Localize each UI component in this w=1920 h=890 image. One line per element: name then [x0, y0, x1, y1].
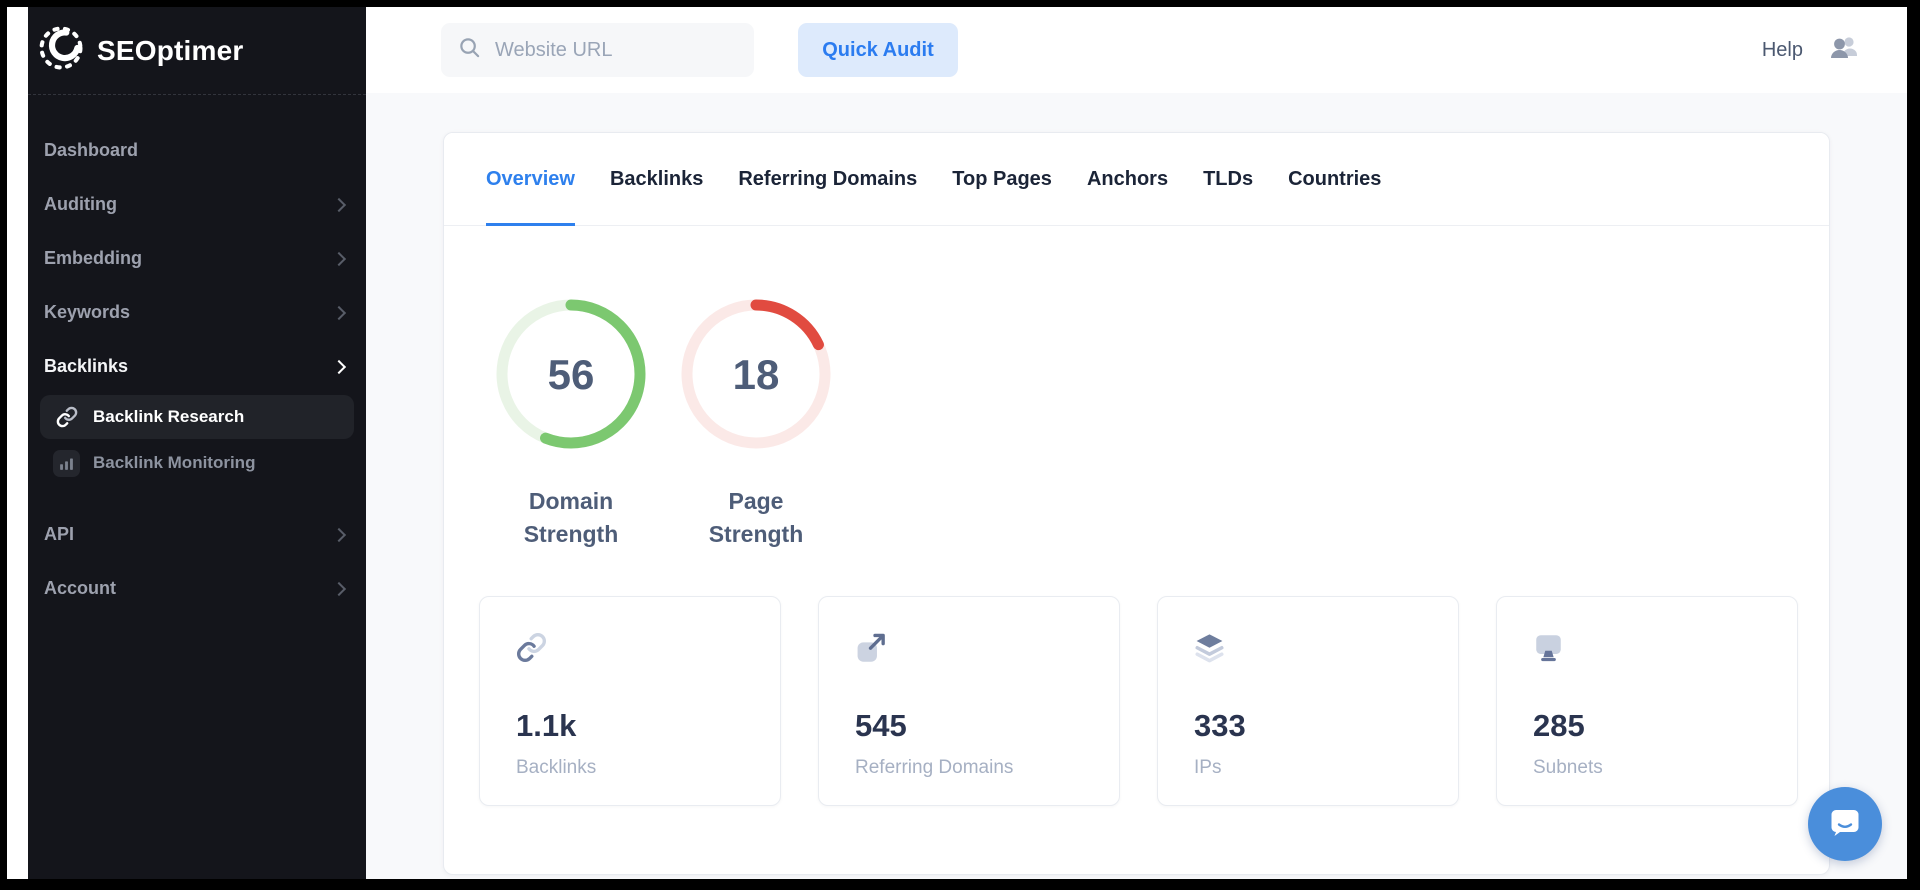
layers-icon: [1194, 634, 1225, 667]
page-strength-value: 18: [733, 351, 780, 398]
stat-value: 545: [855, 708, 907, 743]
stat-card-subnets: 285 Subnets: [1496, 596, 1798, 806]
sidebar-item-api[interactable]: API: [28, 507, 366, 561]
stat-label: Referring Domains: [855, 757, 1014, 778]
main-area: Quick Audit Help Overview Backlinks Refe…: [366, 7, 1907, 879]
tab-overview[interactable]: Overview: [486, 133, 575, 226]
tab-countries[interactable]: Countries: [1288, 133, 1381, 225]
sidebar-item-label: Embedding: [44, 247, 142, 268]
quick-audit-button[interactable]: Quick Audit: [798, 23, 958, 77]
backlink-research-panel: Overview Backlinks Referring Domains Top…: [443, 132, 1830, 875]
sidebar-item-keywords[interactable]: Keywords: [28, 285, 366, 339]
stat-card-backlinks: 1.1k Backlinks: [479, 596, 781, 806]
stat-value: 1.1k: [516, 708, 577, 743]
sidebar-item-backlinks[interactable]: Backlinks: [28, 339, 366, 393]
stat-value: 285: [1533, 708, 1585, 743]
brand-name: SEOptimer: [97, 34, 244, 66]
tab-label: Overview: [486, 167, 575, 190]
domain-strength-label: Domain Strength: [523, 488, 619, 547]
subitem-label: Backlink Research: [93, 407, 245, 426]
sidebar-item-embedding[interactable]: Embedding: [28, 231, 366, 285]
chevron-right-icon: [331, 581, 347, 596]
tab-anchors[interactable]: Anchors: [1087, 133, 1168, 225]
tab-referring-domains[interactable]: Referring Domains: [738, 133, 917, 225]
page-strength-label: Page Strength: [708, 488, 804, 547]
chevron-right-icon: [331, 251, 347, 266]
tab-label: Top Pages: [952, 167, 1052, 190]
brand-logo[interactable]: SEOptimer: [28, 7, 366, 95]
sidebar-item-auditing[interactable]: Auditing: [28, 177, 366, 231]
chat-bubble-icon: [1826, 803, 1864, 846]
sidebar: SEOptimer Dashboard Auditing Embedding K…: [28, 7, 366, 879]
external-link-icon: [855, 633, 886, 667]
tab-label: TLDs: [1203, 167, 1254, 190]
stat-value: 333: [1194, 708, 1246, 743]
domain-strength-gauge: 56 Domain Strength: [496, 299, 646, 550]
tab-label: Referring Domains: [738, 167, 918, 190]
stat-card-referring-domains: 545 Referring Domains: [818, 596, 1120, 806]
page-strength-gauge: 18 Page Strength: [681, 299, 831, 550]
tab-label: Backlinks: [609, 167, 704, 190]
overview-content: 56 Domain Strength 18 Page Strength 1.1k…: [444, 226, 1829, 874]
search-icon: [458, 36, 481, 64]
link-icon: [53, 404, 80, 431]
website-url-search[interactable]: [441, 23, 754, 77]
chevron-right-icon: [331, 305, 347, 320]
tab-label: Anchors: [1086, 167, 1169, 190]
chevron-right-icon: [331, 197, 347, 212]
sidebar-item-account[interactable]: Account: [28, 561, 366, 615]
stat-label: IPs: [1194, 757, 1222, 778]
stat-card-ips: 333 IPs: [1157, 596, 1459, 806]
domain-strength-value: 56: [548, 351, 595, 398]
strength-gauges: 56 Domain Strength 18 Page Strength: [496, 299, 831, 550]
backlinks-submenu: Backlink Research Backlink Monitoring: [28, 393, 366, 495]
chevron-right-icon: [331, 359, 347, 374]
subitem-label: Backlink Monitoring: [93, 453, 256, 472]
tab-tlds[interactable]: TLDs: [1203, 133, 1253, 225]
tab-bar: Overview Backlinks Referring Domains Top…: [444, 133, 1829, 226]
sidebar-item-dashboard[interactable]: Dashboard: [28, 123, 366, 177]
topbar: Quick Audit Help: [366, 7, 1907, 93]
chevron-right-icon: [331, 527, 347, 542]
sidebar-item-label: API: [44, 523, 75, 544]
sidebar-subitem-backlink-research[interactable]: Backlink Research: [40, 395, 354, 439]
tab-backlinks[interactable]: Backlinks: [610, 133, 703, 225]
sidebar-item-label: Account: [44, 577, 116, 598]
gear-logo-icon: [38, 25, 84, 76]
sidebar-nav: Dashboard Auditing Embedding Keywords Ba…: [28, 95, 366, 615]
tab-top-pages[interactable]: Top Pages: [952, 133, 1052, 225]
sidebar-item-label: Auditing: [44, 193, 117, 214]
stats-row: 1.1k Backlinks 545 Referring Domains 333…: [479, 596, 1798, 806]
search-input[interactable]: [493, 37, 733, 63]
bar-chart-icon: [53, 449, 80, 477]
sidebar-subitem-backlink-monitoring[interactable]: Backlink Monitoring: [40, 441, 354, 485]
sidebar-item-label: Dashboard: [44, 139, 139, 160]
link-icon: [516, 633, 547, 667]
monitor-icon: [1533, 635, 1564, 667]
sidebar-item-label: Keywords: [44, 301, 131, 322]
stat-label: Subnets: [1533, 757, 1603, 778]
chat-launcher-button[interactable]: [1808, 787, 1882, 861]
help-link[interactable]: Help: [1762, 39, 1803, 62]
users-icon[interactable]: [1829, 35, 1858, 66]
sidebar-item-label: Backlinks: [44, 355, 129, 376]
tab-label: Countries: [1288, 167, 1382, 190]
stat-label: Backlinks: [516, 757, 597, 778]
